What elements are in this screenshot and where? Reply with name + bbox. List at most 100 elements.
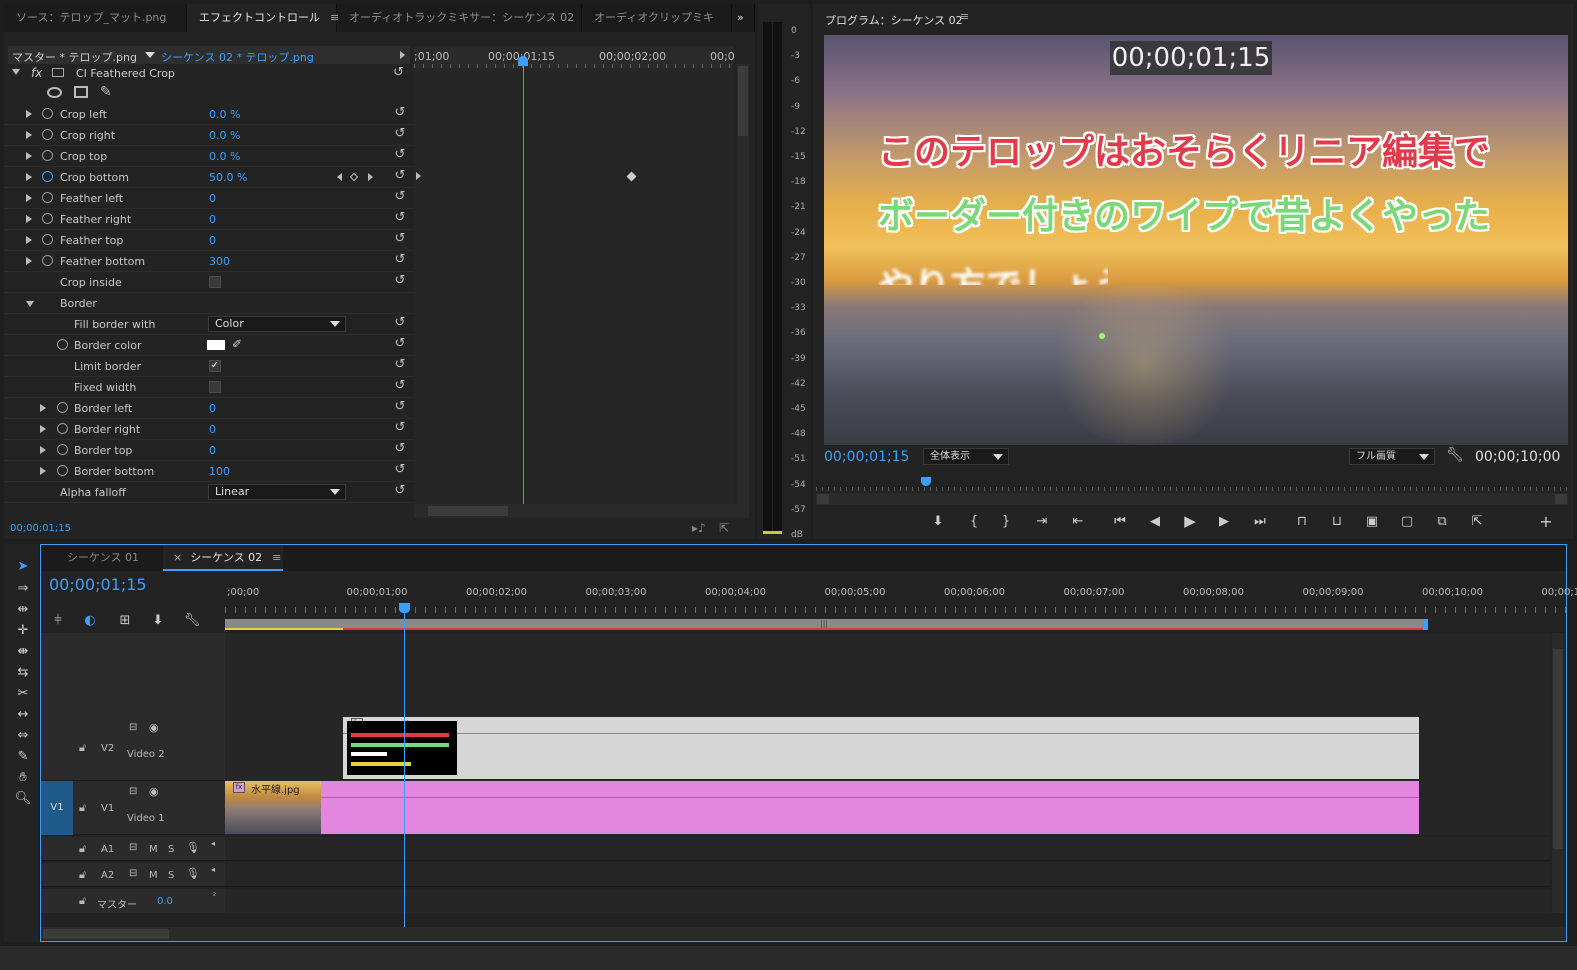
- stopwatch-icon[interactable]: [57, 402, 68, 413]
- track-lane-a2[interactable]: [225, 863, 1550, 887]
- next-keyframe-icon[interactable]: [368, 173, 373, 181]
- snap-icon[interactable]: ⫩: [49, 613, 67, 629]
- fixed-width-checkbox[interactable]: [209, 381, 221, 393]
- rectangle-mask-icon[interactable]: [74, 86, 88, 98]
- sync-lock-icon[interactable]: ⊟: [129, 786, 137, 797]
- param-value[interactable]: 0: [209, 402, 216, 415]
- sync-lock-icon[interactable]: ⊟: [129, 868, 137, 879]
- reset-icon[interactable]: ↺: [393, 106, 407, 120]
- fx-toggle-icon[interactable]: fx: [31, 66, 42, 80]
- reset-icon[interactable]: ↺: [393, 274, 407, 288]
- param-value[interactable]: 100: [209, 465, 230, 478]
- stopwatch-icon[interactable]: [57, 339, 68, 350]
- lock-icon[interactable]: 🔓︎: [79, 741, 86, 755]
- scroll-thumb[interactable]: [738, 66, 748, 136]
- reset-icon[interactable]: ↺: [393, 400, 407, 414]
- reset-icon[interactable]: ↺: [393, 190, 407, 204]
- panel-menu-icon[interactable]: ≡: [960, 10, 969, 23]
- color-swatch[interactable]: [207, 340, 225, 350]
- program-current-timecode[interactable]: 00;00;01;15: [824, 449, 909, 465]
- track-id[interactable]: A2: [101, 870, 114, 881]
- track-id[interactable]: V2: [101, 743, 114, 754]
- effect-footer-timecode[interactable]: 00;00;01;15: [10, 523, 71, 534]
- go-to-out-icon[interactable]: ⇤: [1069, 514, 1087, 530]
- stopwatch-icon[interactable]: [42, 213, 53, 224]
- solo-button[interactable]: S: [168, 844, 174, 855]
- add-keyframe-icon[interactable]: [349, 172, 359, 182]
- timeline-settings-icon[interactable]: 🔧︎: [183, 613, 201, 629]
- lock-icon[interactable]: 🔓︎: [79, 868, 86, 882]
- linked-selection-icon[interactable]: ◐: [81, 613, 99, 629]
- zoom-dropdown[interactable]: 全体表示: [923, 448, 1009, 465]
- selection-tool-icon[interactable]: ➤: [12, 558, 34, 576]
- reset-icon[interactable]: ↺: [393, 463, 407, 477]
- overwrite-icon[interactable]: ⧉: [1433, 514, 1451, 530]
- camera-icon[interactable]: ▣: [1363, 514, 1381, 530]
- expand-icon[interactable]: [40, 404, 46, 412]
- export-frame-icon[interactable]: ⇱: [1468, 514, 1486, 530]
- expand-icon[interactable]: [26, 110, 32, 118]
- timeline-current-timecode[interactable]: 00;00;01;15: [49, 575, 147, 594]
- safe-margins-icon[interactable]: ▢: [1398, 514, 1416, 530]
- program-video-frame[interactable]: 00;00;01;15 このテロップはおそらくリニア編集で ボーダー付きのワイプ…: [824, 35, 1568, 445]
- param-value[interactable]: 0: [209, 234, 216, 247]
- stopwatch-active-icon[interactable]: [42, 171, 53, 182]
- reset-icon[interactable]: ↺: [393, 127, 407, 141]
- param-value[interactable]: 300: [209, 255, 230, 268]
- step-back-icon[interactable]: ◀︎: [1146, 514, 1164, 530]
- timeline-vertical-scrollbar[interactable]: [1552, 633, 1564, 913]
- param-value[interactable]: 0: [209, 213, 216, 226]
- clip-telop[interactable]: fx テロップ.png: [343, 717, 1419, 779]
- tab-source[interactable]: ソース：テロップ_マット.png: [4, 4, 187, 32]
- reset-icon[interactable]: ↺: [393, 421, 407, 435]
- eye-icon[interactable]: ◉: [149, 721, 159, 734]
- effect-reset-icon[interactable]: ↺: [393, 65, 404, 80]
- collapse-icon[interactable]: [26, 301, 34, 307]
- scroll-thumb[interactable]: [1553, 649, 1563, 849]
- ripple-edit-tool-icon[interactable]: ⇹: [12, 601, 34, 619]
- param-value[interactable]: 0: [209, 444, 216, 457]
- track-select-tool-icon[interactable]: ⇒: [12, 580, 34, 598]
- work-area-end-icon[interactable]: [1423, 619, 1428, 630]
- go-to-start-icon[interactable]: ⏮︎: [1111, 514, 1129, 530]
- razor-tool-icon[interactable]: ⇆: [12, 664, 34, 682]
- timeline-ruler[interactable]: ;00;00 00;00;01;00 00;00;02;00 00;00;03;00 0…: [225, 583, 1577, 617]
- lock-icon[interactable]: 🔓︎: [79, 894, 86, 908]
- slip-tool-icon[interactable]: ↔: [12, 706, 34, 724]
- stopwatch-icon[interactable]: [42, 234, 53, 245]
- stopwatch-icon[interactable]: [42, 150, 53, 161]
- tabs-overflow-button[interactable]: »: [732, 4, 755, 32]
- scroll-thumb[interactable]: [817, 494, 829, 504]
- empty-track-area[interactable]: [225, 633, 1550, 717]
- timeline-horizontal-scrollbar[interactable]: [41, 927, 1566, 941]
- scroll-thumb[interactable]: [43, 929, 169, 939]
- tab-audio-track-mixer[interactable]: オーディオトラックミキサー：シーケンス 02: [337, 4, 582, 32]
- track-lane-master[interactable]: [225, 889, 1550, 913]
- sequence-clip-label[interactable]: シーケンス 02 * テロップ.png: [161, 49, 314, 65]
- expand-icon[interactable]: [26, 194, 32, 202]
- razor-blade-icon[interactable]: ✂: [12, 685, 34, 703]
- effect-timeline-ruler[interactable]: ;01;00 00;00;01;15 00;00;02;00 00;0: [414, 46, 735, 68]
- reset-icon[interactable]: ↺: [393, 358, 407, 372]
- reset-icon[interactable]: ↺: [393, 148, 407, 162]
- stopwatch-icon[interactable]: [42, 108, 53, 119]
- tab-sequence-02[interactable]: × シーケンス 02 ≡: [163, 545, 283, 571]
- ellipse-mask-icon[interactable]: [47, 87, 62, 98]
- wrench-icon[interactable]: 🔧︎: [1446, 447, 1464, 463]
- nest-icon[interactable]: ⊞: [116, 613, 134, 629]
- tab-sequence-01[interactable]: シーケンス 01: [53, 545, 163, 571]
- track-lane-a1[interactable]: [225, 837, 1550, 861]
- program-playhead-icon[interactable]: [921, 477, 931, 486]
- stopwatch-icon[interactable]: [57, 423, 68, 434]
- tab-audio-clip-mixer[interactable]: オーディオクリップミキ: [582, 4, 732, 32]
- microphone-icon[interactable]: 🎙︎: [186, 867, 200, 880]
- param-value[interactable]: 0: [209, 192, 216, 205]
- eye-icon[interactable]: ◉: [149, 785, 159, 798]
- panel-menu-icon[interactable]: ≡: [272, 551, 281, 564]
- expand-icon[interactable]: [40, 467, 46, 475]
- param-value[interactable]: 0: [209, 423, 216, 436]
- sequence-dropdown-arrow[interactable]: [145, 52, 155, 58]
- effect-horizontal-scrollbar[interactable]: [414, 504, 749, 518]
- fill-border-dropdown[interactable]: Color: [208, 316, 346, 332]
- reset-icon[interactable]: ↺: [393, 253, 407, 267]
